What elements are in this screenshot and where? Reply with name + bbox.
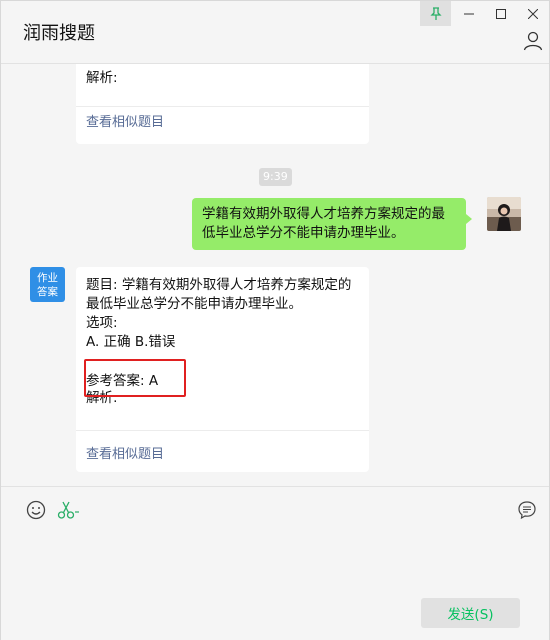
emoji-icon [26, 500, 46, 520]
analysis-label: 解析: [86, 70, 118, 86]
answer-highlight-box [84, 359, 186, 397]
bot-avatar[interactable]: 作业 答案 [30, 267, 65, 302]
card-divider [76, 106, 369, 107]
options-label: 选项: [86, 315, 118, 331]
chat-window: 润雨搜题 解析: 查看相似题目 9:39 学籍有效期外取得人才培养方案规定的最低… [0, 0, 550, 640]
chat-history-button[interactable] [516, 499, 538, 521]
avatar-image [487, 197, 521, 231]
options-text: A. 正确 B.错误 [86, 334, 176, 350]
minimize-icon [463, 13, 474, 14]
question-text: 题目: 学籍有效期外取得人才培养方案规定的最低毕业总学分不能申请办理毕业。 [86, 277, 352, 312]
answer-card-previous: 解析: 查看相似题目 [76, 64, 369, 144]
emoji-button[interactable] [25, 499, 47, 521]
pin-button[interactable] [420, 1, 451, 26]
title-bar: 润雨搜题 [1, 1, 549, 64]
maximize-button[interactable] [485, 1, 516, 26]
input-area[interactable]: 发送(S) [1, 486, 549, 640]
maximize-icon [495, 8, 506, 19]
card-divider [76, 430, 369, 431]
message-list[interactable]: 解析: 查看相似题目 9:39 学籍有效期外取得人才培养方案规定的最低毕业总学分… [1, 64, 549, 485]
profile-icon[interactable] [523, 31, 543, 51]
chat-title: 润雨搜题 [23, 23, 95, 44]
send-button[interactable]: 发送(S) [421, 598, 520, 628]
message-timestamp: 9:39 [259, 168, 292, 186]
close-icon [527, 8, 538, 19]
my-message-bubble[interactable]: 学籍有效期外取得人才培养方案规定的最低毕业总学分不能申请办理毕业。 [192, 198, 472, 250]
bot-avatar-line2: 答案 [37, 285, 58, 298]
minimize-button[interactable] [453, 1, 484, 26]
similar-questions-link[interactable]: 查看相似题目 [86, 113, 359, 132]
close-button[interactable] [517, 1, 548, 26]
bot-avatar-line1: 作业 [37, 271, 58, 284]
chat-bubble-icon [518, 501, 536, 520]
pin-icon [429, 6, 442, 20]
scissors-icon [57, 501, 79, 519]
my-avatar[interactable] [487, 197, 521, 231]
screenshot-button[interactable] [56, 499, 82, 521]
similar-questions-link[interactable]: 查看相似题目 [86, 445, 359, 464]
